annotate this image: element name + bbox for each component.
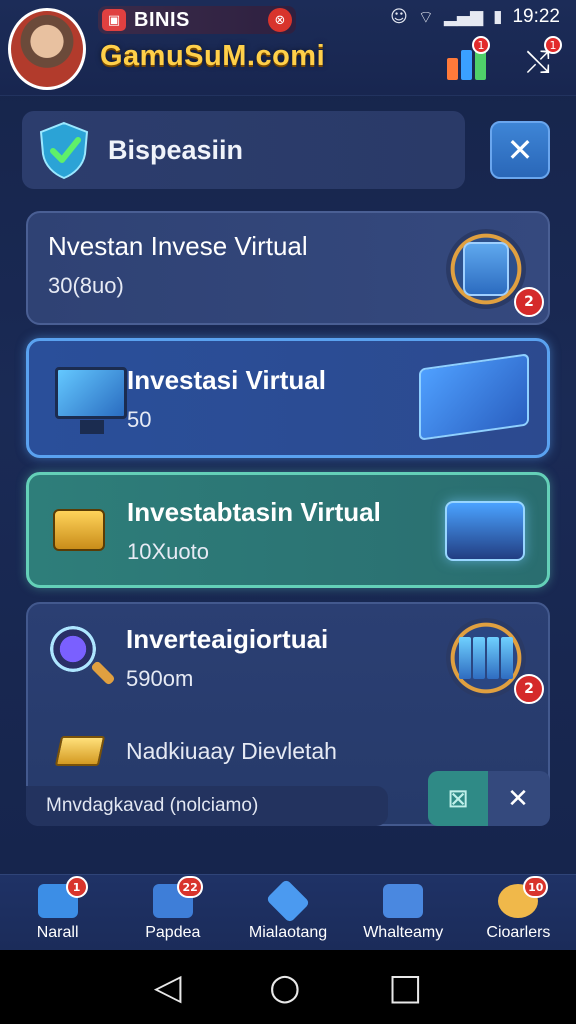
- app-badge: ▣ BINIS ⊗: [98, 6, 296, 34]
- card-title: Investabtasin Virtual: [127, 497, 381, 527]
- nav-item-papdea[interactable]: 22 Papdea: [115, 875, 230, 950]
- confirm-box-icon[interactable]: ⊠: [428, 771, 488, 826]
- nav-badge: 22: [177, 876, 203, 898]
- shield-check-icon: [36, 120, 92, 180]
- bottom-nav: 1 Narall 22 Papdea Mialaotang Whalteamy …: [0, 874, 576, 950]
- nav-badge: 1: [65, 876, 88, 898]
- magnifier-icon: [50, 626, 96, 672]
- nav-item-whalteamy[interactable]: Whalteamy: [346, 875, 461, 950]
- nav-label: Papdea: [145, 924, 201, 941]
- dismiss-button[interactable]: ✕: [488, 771, 548, 826]
- chart-icon: 22: [152, 876, 203, 918]
- site-title: GamuSuM.comi: [100, 40, 326, 72]
- stats-button[interactable]: 1: [442, 36, 490, 86]
- user-avatar[interactable]: [8, 8, 86, 90]
- app-header: ▣ BINIS ⊗ GamuSuM.comi ☺ ⌔ ▂▄▆ ▮ 19:22 1…: [0, 0, 576, 96]
- info-strip-text: Mnvdagkavad (nolciamo): [46, 795, 259, 816]
- notification-avatar-icon: ☺: [390, 7, 408, 27]
- card-value: 590om: [126, 666, 194, 691]
- card-value: 50: [127, 407, 152, 432]
- nav-label: Narall: [36, 924, 79, 941]
- section-title: Bispeasiin: [108, 134, 244, 165]
- app-logo-icon: ▣: [102, 9, 126, 31]
- server-stack-icon: [445, 501, 525, 561]
- nav-label: Cioarlers: [486, 924, 551, 941]
- status-time: 19:22: [512, 6, 560, 27]
- nav-label: Whalteamy: [363, 924, 444, 941]
- investment-card-3[interactable]: Investabtasin Virtual 10Xuoto: [26, 472, 550, 588]
- investment-card-2[interactable]: Investasi Virtual 50: [26, 338, 550, 458]
- battery-icon: ▮: [493, 7, 503, 27]
- investment-card-1[interactable]: Nvestan Invese Virtual 30(8uo) 2: [26, 211, 550, 325]
- card-actions: ⊠ ✕: [428, 771, 550, 826]
- card-value: 10Xuoto: [127, 539, 209, 564]
- card-extra-text: Nadkiuaay Dievletah: [126, 738, 337, 764]
- nav-item-narall[interactable]: 1 Narall: [0, 875, 115, 950]
- treasure-chest-icon: [53, 509, 105, 551]
- home-circle-icon[interactable]: ○: [269, 967, 300, 1008]
- record-icon[interactable]: ⊗: [268, 8, 292, 32]
- wallet-coin-icon: [383, 884, 424, 918]
- gold-bar-icon: [54, 736, 106, 766]
- nav-item-mialaotang[interactable]: Mialaotang: [230, 875, 345, 950]
- card-badge: 2: [514, 287, 544, 317]
- card-title: Nvestan Invese Virtual: [48, 231, 308, 261]
- recents-icon[interactable]: □: [388, 967, 422, 1008]
- share-badge: 1: [544, 36, 562, 54]
- nav-item-cioarlers[interactable]: 10 Cioarlers: [461, 875, 576, 950]
- signal-icon: ▂▄▆: [443, 7, 484, 27]
- wifi-icon: ⌔: [417, 7, 434, 28]
- card-value: 30(8uo): [48, 273, 124, 298]
- back-icon[interactable]: ◁: [154, 967, 182, 1008]
- system-nav-bar: ◁ ○ □: [0, 950, 576, 1024]
- section-header: Bispeasiin: [22, 111, 465, 189]
- dashboard-icon: [419, 353, 529, 441]
- computer-icon: [55, 367, 127, 434]
- card-title: Investasi Virtual: [127, 365, 326, 395]
- app-label: BINIS: [134, 8, 190, 31]
- info-strip: Mnvdagkavad (nolciamo): [26, 786, 388, 826]
- nav-label: Mialaotang: [248, 924, 328, 941]
- nav-badge: 10: [523, 876, 549, 898]
- close-button[interactable]: ✕: [490, 121, 550, 179]
- cube-icon: [265, 878, 311, 924]
- share-button[interactable]: ⤭ 1: [514, 36, 562, 86]
- stats-badge: 1: [472, 36, 490, 54]
- status-bar: ☺ ⌔ ▂▄▆ ▮ 19:22: [390, 6, 560, 28]
- piggy-bank-icon: 10: [498, 876, 549, 918]
- card-title: Inverteaigiortuai: [126, 624, 329, 654]
- card-badge: 2: [514, 674, 544, 704]
- home-icon: 1: [37, 876, 88, 918]
